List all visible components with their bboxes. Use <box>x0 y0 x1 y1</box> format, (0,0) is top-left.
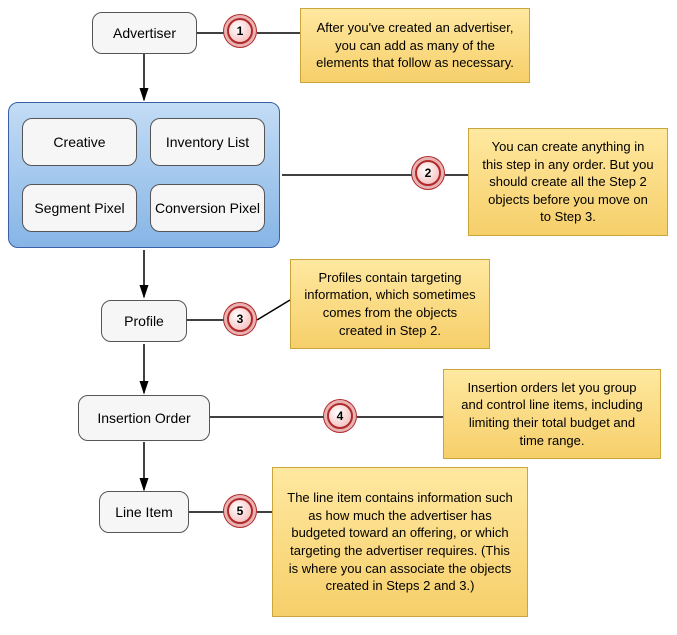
node-conversion-pixel: Conversion Pixel <box>150 184 265 232</box>
node-profile: Profile <box>101 300 187 342</box>
node-advertiser: Advertiser <box>92 12 197 54</box>
step-badge-1: 1 <box>227 18 253 44</box>
note-step-3: Profiles contain targeting information, … <box>290 259 490 349</box>
node-line-item: Line Item <box>99 491 189 533</box>
note-step-2: You can create anything in this step in … <box>468 128 668 236</box>
step-badge-4: 4 <box>327 403 353 429</box>
node-segment-pixel: Segment Pixel <box>22 184 137 232</box>
note-step-1: After you've created an advertiser, you … <box>300 8 530 83</box>
step-badge-5: 5 <box>227 498 253 524</box>
node-creative: Creative <box>22 118 137 166</box>
step-badge-2: 2 <box>415 160 441 186</box>
note-step-5: The line item contains information such … <box>272 467 528 617</box>
note-step-4: Insertion orders let you group and contr… <box>443 369 661 459</box>
node-insertion-order: Insertion Order <box>78 395 210 441</box>
step-badge-3: 3 <box>227 306 253 332</box>
node-inventory-list: Inventory List <box>150 118 265 166</box>
